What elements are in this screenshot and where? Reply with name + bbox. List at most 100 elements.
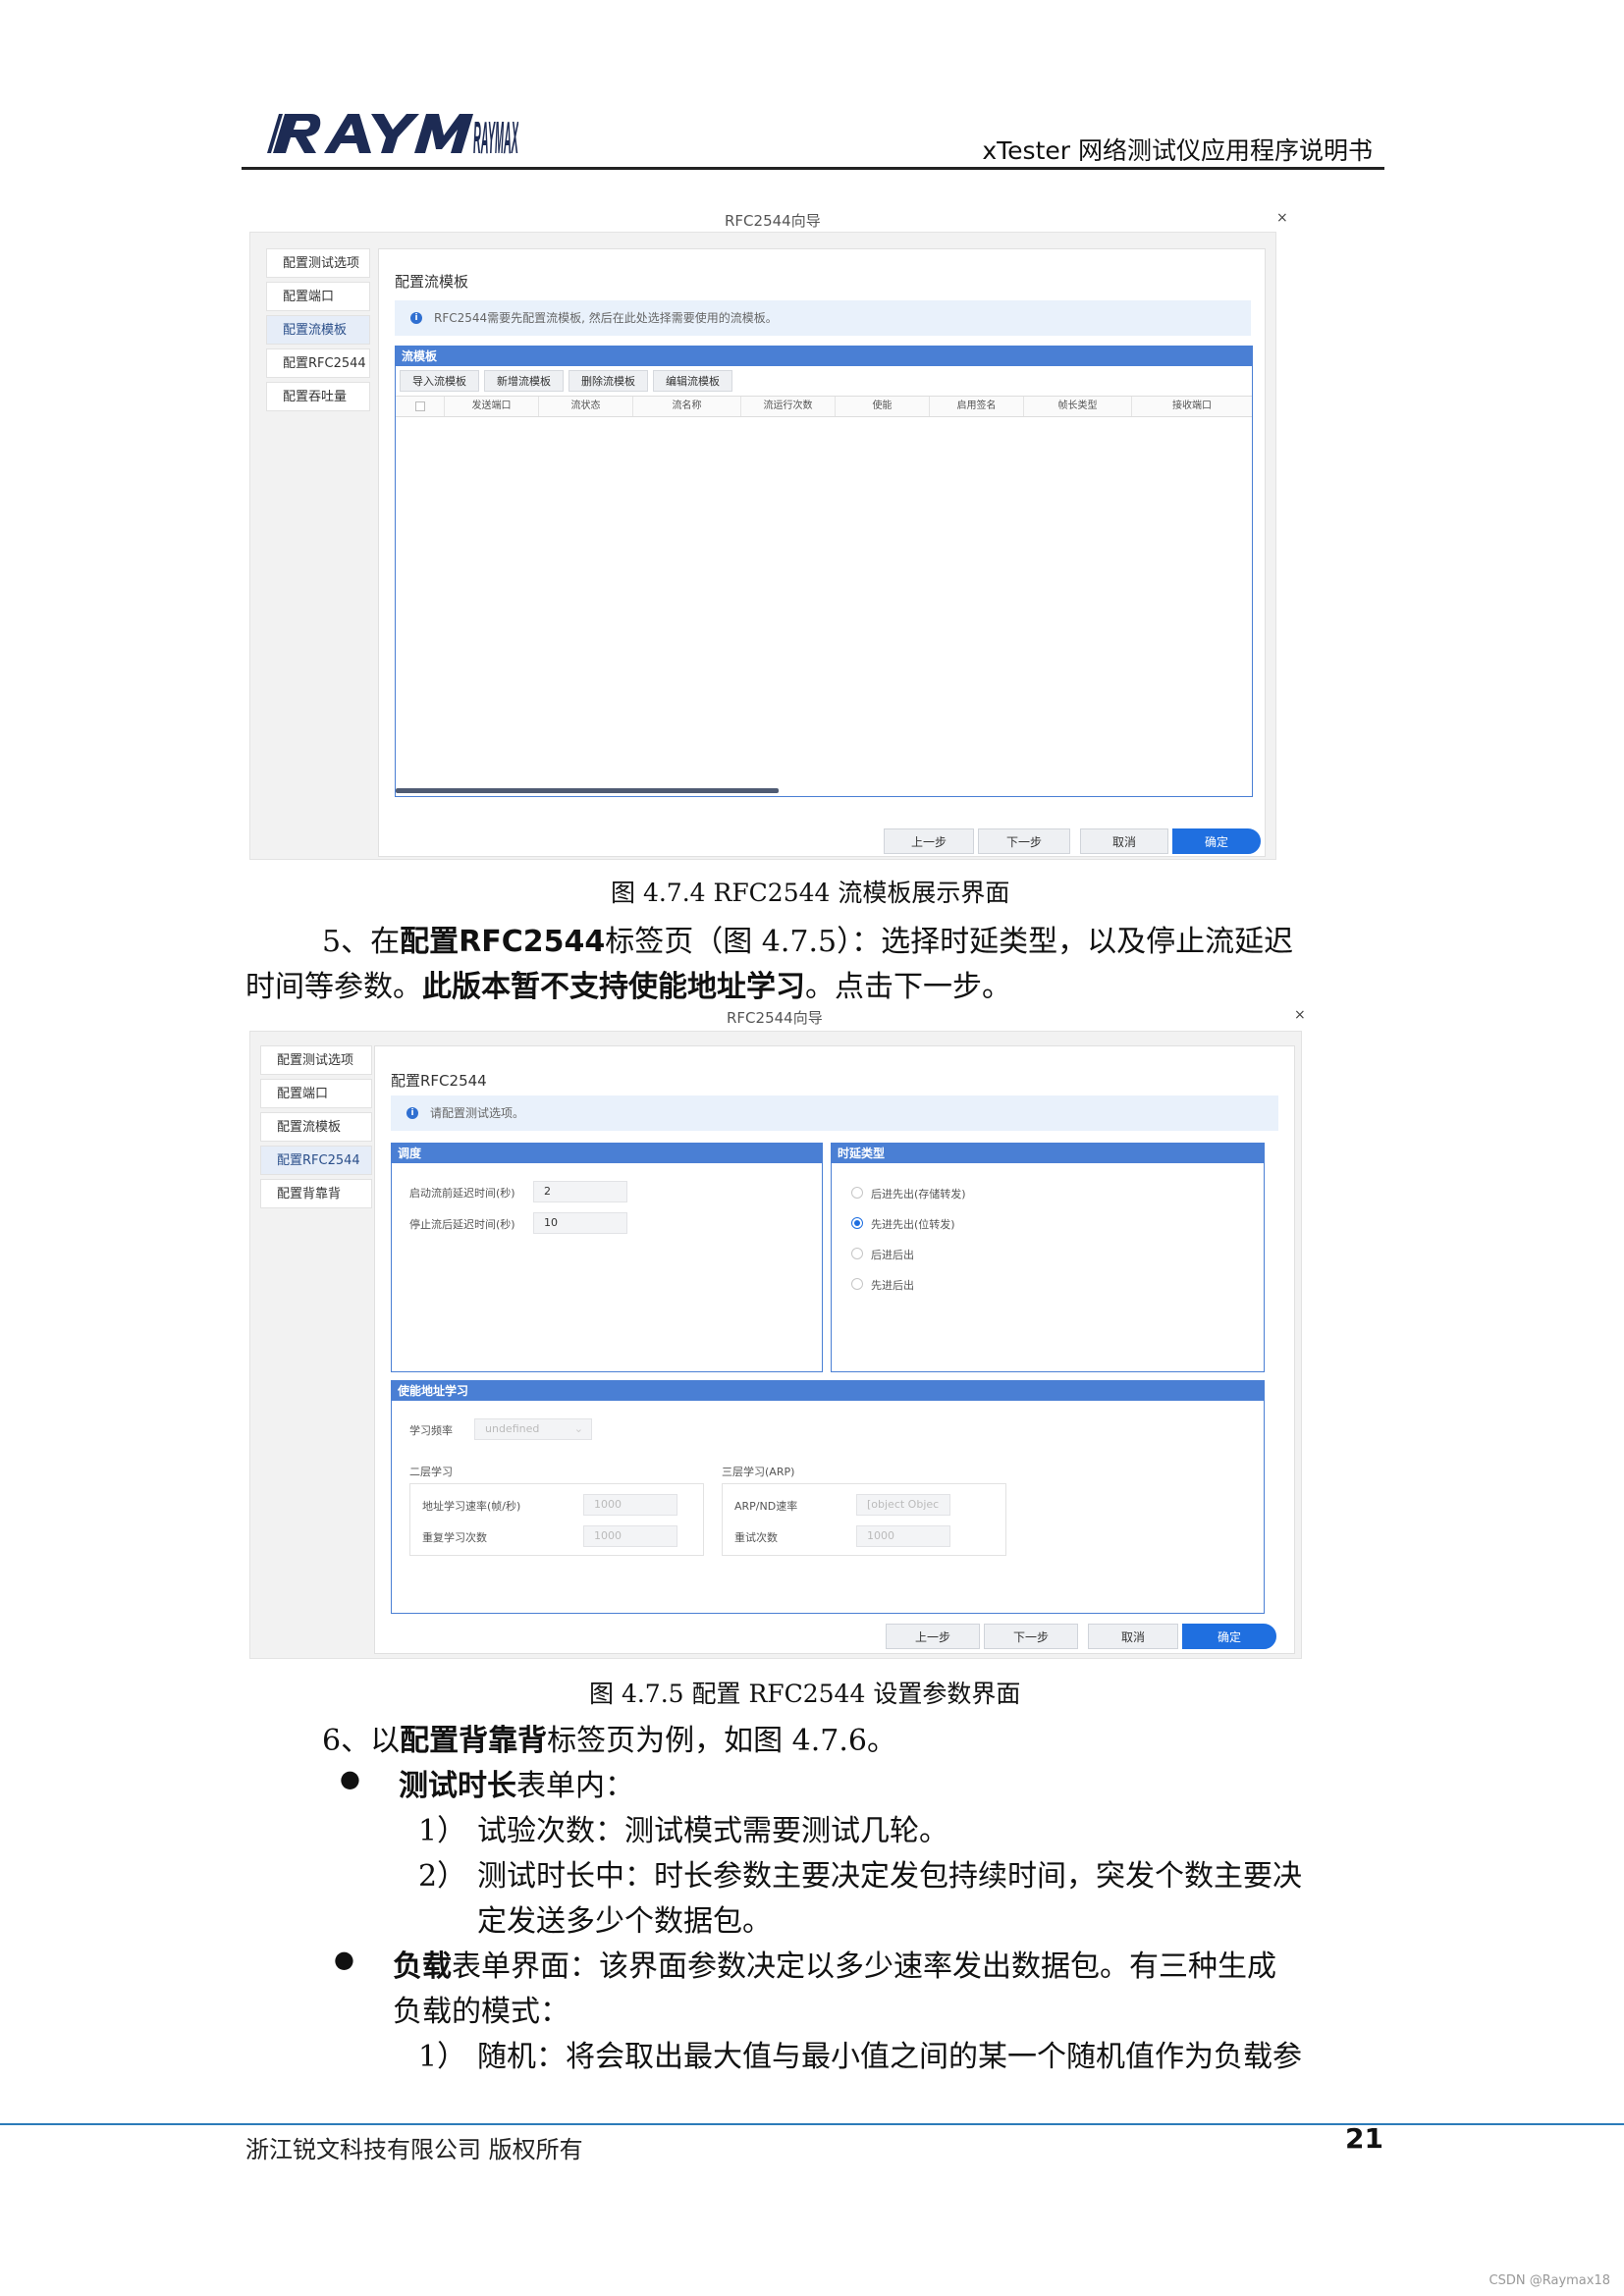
start-delay-label: 启动流前延迟时间(秒) — [409, 1187, 515, 1200]
bullet-item: 测试时长表单内： — [399, 1761, 634, 1804]
col-enable: 使能 — [836, 397, 930, 416]
text-run-bold: 配置背靠背 — [400, 1724, 548, 1758]
text-run: 表单内： — [516, 1769, 634, 1803]
address-learning-panel: 使能地址学习 学习频率 undefined ⌄ 二层学习 地址学习速率(帧/秒)… — [391, 1380, 1265, 1614]
latency-option-radio[interactable] — [851, 1278, 863, 1290]
panel-title: 调度 — [392, 1144, 822, 1163]
ok-button[interactable]: 确定 — [1182, 1624, 1276, 1649]
learning-frequency-label: 学习频率 — [409, 1424, 453, 1437]
nav-stream-template[interactable]: 配置流模板 — [260, 1112, 372, 1142]
bullet-dot: ● — [340, 1765, 360, 1792]
chevron-down-icon: ⌄ — [573, 1422, 583, 1435]
window-title: RFC2544向导 — [727, 1009, 823, 1027]
col-run-count: 流运行次数 — [741, 397, 836, 416]
l2-repeat-label: 重复学习次数 — [422, 1531, 487, 1544]
text-run: 表单界面：该界面参数决定以多少速率发出数据包。有三种生成 — [452, 1949, 1276, 1984]
nav-rfc2544[interactable]: 配置RFC2544 — [266, 348, 370, 378]
figure-caption-2: 图 4.7.5 配置 RFC2544 设置参数界面 — [589, 1680, 1021, 1708]
edit-template-button[interactable]: 编辑流模板 — [653, 370, 732, 392]
bullet-item-continued: 负载的模式： — [393, 1995, 569, 2029]
text-run: 时间等参数。 — [245, 970, 422, 1004]
next-button[interactable]: 下一步 — [984, 1624, 1078, 1649]
text-run-bold: 此版本暂不支持使能地址学习 — [422, 970, 805, 1004]
nav-test-options[interactable]: 配置测试选项 — [266, 248, 370, 278]
header-rule — [242, 167, 1384, 170]
cancel-button[interactable]: 取消 — [1088, 1624, 1178, 1649]
ok-button[interactable]: 确定 — [1172, 828, 1261, 854]
wizard-window-2: 配置测试选项 配置端口 配置流模板 配置RFC2544 配置背靠背 配置RFC2… — [249, 1031, 1302, 1659]
stop-delay-input[interactable]: 10 — [533, 1212, 627, 1234]
l2-rate-label: 地址学习速率(帧/秒) — [422, 1500, 521, 1513]
nav-ports[interactable]: 配置端口 — [260, 1079, 372, 1108]
wizard-window-1: 配置测试选项 配置端口 配置流模板 配置RFC2544 配置吞吐量 配置流模板 … — [249, 232, 1276, 860]
latency-option-label: 后进后出 — [871, 1249, 914, 1261]
l2-learning-box: 地址学习速率(帧/秒) 1000 重复学习次数 1000 — [409, 1483, 704, 1556]
list-item: 1） 试验次数：测试模式需要测试几轮。 — [418, 1806, 948, 1849]
prev-button[interactable]: 上一步 — [886, 1624, 980, 1649]
latency-option-label: 先进先出(位转发) — [871, 1218, 955, 1231]
l3-learning-title: 三层学习(ARP) — [722, 1466, 795, 1478]
info-icon: i — [410, 312, 422, 324]
nav-back-to-back[interactable]: 配置背靠背 — [260, 1179, 372, 1208]
text-run-bold: 配置 — [400, 925, 460, 959]
list-number: 1） — [418, 1814, 467, 1848]
prev-button[interactable]: 上一步 — [884, 828, 974, 854]
footer-copyright: 浙江锐文科技有限公司 版权所有 — [245, 2136, 583, 2163]
text-run-bold: 负载 — [393, 1949, 452, 1984]
section-title: 配置流模板 — [395, 273, 469, 291]
nav-test-options[interactable]: 配置测试选项 — [260, 1045, 372, 1075]
info-text: RFC2544需要先配置流模板, 然后在此处选择需要使用的流模板。 — [434, 311, 778, 325]
l3-learning-box: ARP/ND速率 [object Objec 重试次数 1000 — [722, 1483, 1006, 1556]
latency-option-label: 先进后出 — [871, 1279, 914, 1292]
document-title: xTester 网络测试仪应用程序说明书 — [982, 136, 1373, 165]
paragraph-line: 5、在配置RFC2544标签页（图 4.7.5）：选择时延类型，以及停止流延迟 — [322, 917, 1293, 960]
list-text: 试验次数：测试模式需要测试几轮。 — [477, 1814, 948, 1848]
select-all-cell — [396, 397, 445, 416]
latency-option-radio-selected[interactable] — [851, 1217, 863, 1229]
close-icon[interactable]: × — [1294, 1007, 1306, 1023]
info-bar: i RFC2544需要先配置流模板, 然后在此处选择需要使用的流模板。 — [395, 300, 1251, 336]
window-title: RFC2544向导 — [725, 212, 821, 230]
raymax-logo: RAYMAX — [267, 112, 518, 161]
col-send-port: 发送端口 — [445, 397, 539, 416]
cancel-button[interactable]: 取消 — [1080, 828, 1168, 854]
close-icon[interactable]: × — [1276, 210, 1288, 226]
start-delay-input[interactable]: 2 — [533, 1181, 627, 1202]
import-template-button[interactable]: 导入流模板 — [400, 370, 479, 392]
next-button[interactable]: 下一步 — [978, 828, 1070, 854]
panel-title: 时延类型 — [832, 1144, 1264, 1163]
col-receive-port: 接收端口 — [1172, 400, 1212, 411]
text-run: 标签页（图 4.7.5）：选择时延类型，以及停止流延迟 — [605, 925, 1294, 959]
content-area: 配置RFC2544 i 请配置测试选项。 调度 启动流前延迟时间(秒) 2 停止… — [374, 1045, 1295, 1654]
list-item-continued: 定发送多少个数据包。 — [477, 1904, 772, 1939]
list-item: 2） 测试时长中：时长参数主要决定发包持续时间，突发个数主要决 — [418, 1851, 1302, 1895]
figure-caption-1: 图 4.7.4 RFC2544 流模板展示界面 — [611, 879, 1010, 907]
l3-retry-input[interactable]: 1000 — [856, 1525, 950, 1547]
select-all-checkbox[interactable] — [415, 401, 425, 411]
latency-option-radio[interactable] — [851, 1248, 863, 1259]
l2-repeat-input[interactable]: 1000 — [583, 1525, 677, 1547]
nav-rfc2544[interactable]: 配置RFC2544 — [260, 1146, 372, 1175]
list-text: 测试时长中：时长参数主要决定发包持续时间，突发个数主要决 — [477, 1859, 1302, 1894]
horizontal-scrollbar[interactable] — [396, 788, 779, 793]
l2-rate-input[interactable]: 1000 — [583, 1494, 677, 1516]
latency-option-radio[interactable] — [851, 1187, 863, 1199]
info-text: 请配置测试选项。 — [430, 1106, 525, 1120]
learning-frequency-select[interactable]: undefined ⌄ — [474, 1418, 592, 1440]
l3-rate-input[interactable]: [object Objec — [856, 1494, 950, 1516]
text-run-bold: RFC2544 — [459, 925, 606, 959]
delete-template-button[interactable]: 删除流模板 — [568, 370, 648, 392]
nav-stream-template[interactable]: 配置流模板 — [266, 315, 370, 345]
logo-text: RAYMAX — [473, 112, 518, 161]
col-frame-length: 帧长类型 — [1024, 397, 1132, 416]
stream-template-panel: 流模板 导入流模板 新增流模板 删除流模板 编辑流模板 发送端口 流状态 流名称… — [395, 346, 1253, 797]
text-run: 标签页为例，如图 4.7.6。 — [547, 1724, 896, 1758]
nav-ports[interactable]: 配置端口 — [266, 282, 370, 311]
new-template-button[interactable]: 新增流模板 — [484, 370, 564, 392]
info-bar: i 请配置测试选项。 — [391, 1095, 1278, 1131]
paragraph-line: 时间等参数。此版本暂不支持使能地址学习。点击下一步。 — [245, 962, 1011, 1005]
col-stream-status: 流状态 — [539, 397, 633, 416]
l3-rate-label: ARP/ND速率 — [734, 1500, 798, 1513]
list-number: 1） — [418, 2040, 467, 2074]
nav-throughput[interactable]: 配置吞吐量 — [266, 382, 370, 411]
